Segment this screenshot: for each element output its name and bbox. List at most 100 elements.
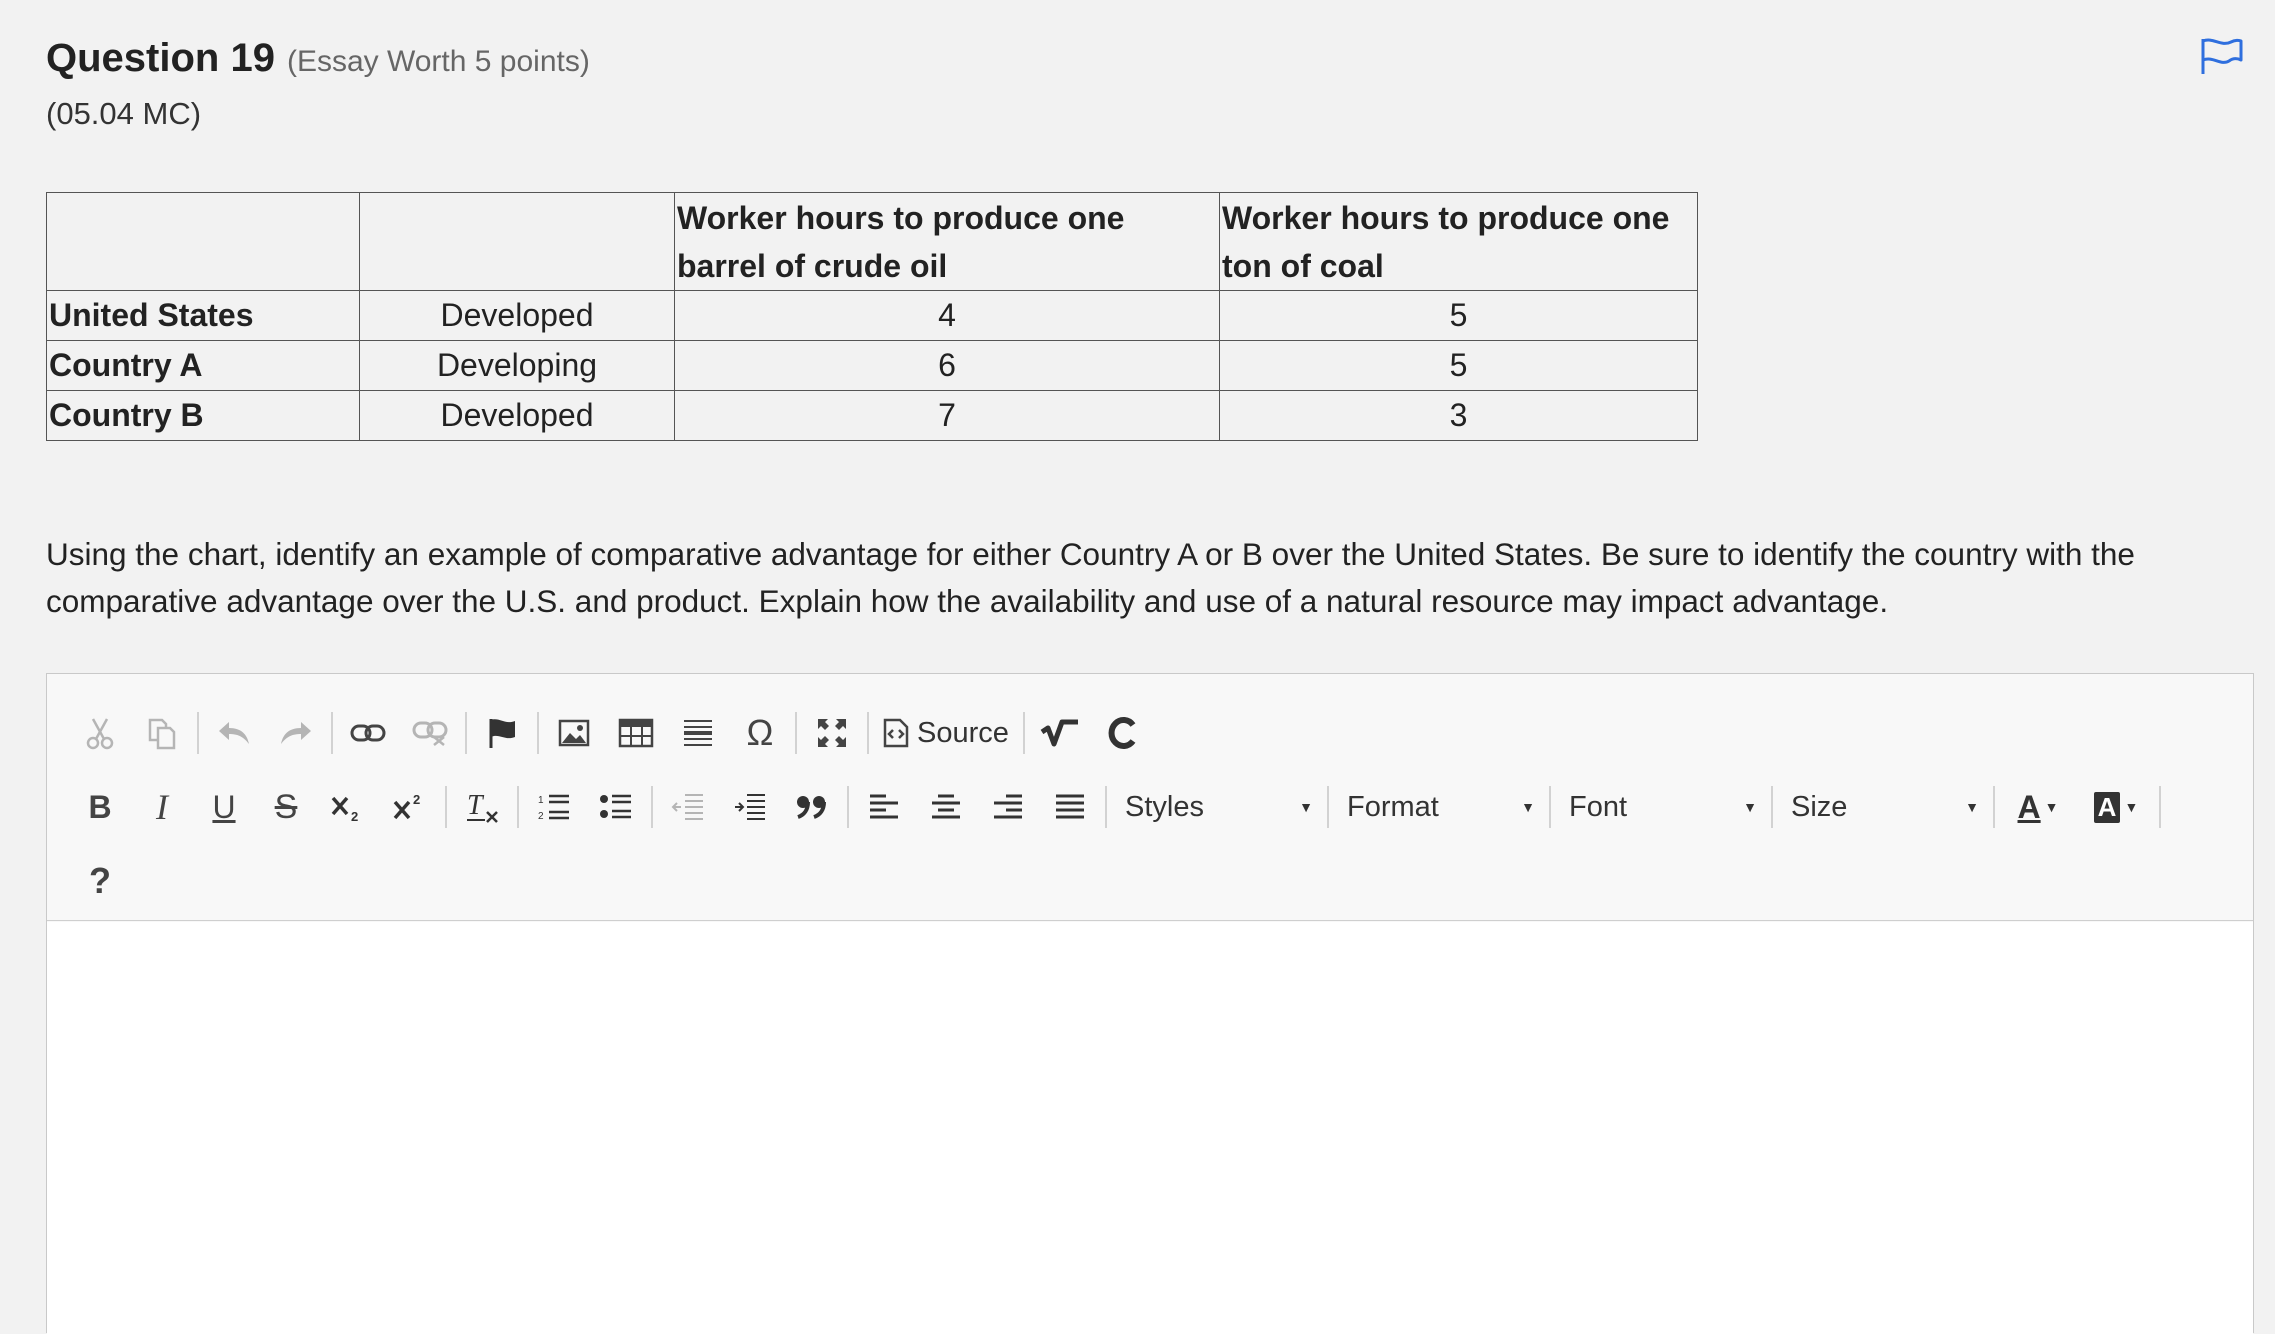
chevron-down-icon: ▼ xyxy=(1743,799,1757,815)
flag-icon xyxy=(2201,38,2243,74)
superscript-icon: 2 xyxy=(393,792,420,820)
table-row: United States Developed 4 5 xyxy=(46,290,1698,341)
image-button[interactable] xyxy=(543,707,605,759)
toolbar-separator xyxy=(445,786,447,828)
increase-indent-button[interactable] xyxy=(719,781,781,833)
table-row: Country A Developing 6 5 xyxy=(46,340,1698,391)
svg-text:1: 1 xyxy=(538,795,544,806)
styles-label: Styles xyxy=(1125,790,1204,823)
align-center-button[interactable] xyxy=(915,781,977,833)
undo-icon xyxy=(219,722,249,744)
math-equation-button[interactable] xyxy=(1029,707,1091,759)
oil-hours-cell: 4 xyxy=(674,290,1220,341)
italic-button[interactable]: I xyxy=(131,781,193,833)
horizontal-line-button[interactable] xyxy=(667,707,729,759)
image-icon xyxy=(558,719,590,747)
country-cell: Country B xyxy=(46,390,360,441)
special-character-button[interactable]: Ω xyxy=(729,707,791,759)
outdent-icon xyxy=(671,794,703,820)
table-header-row: Worker hours to produce one barrel of cr… xyxy=(46,192,1698,291)
underline-button[interactable]: U xyxy=(193,781,255,833)
data-table: Worker hours to produce one barrel of cr… xyxy=(46,192,1698,441)
toolbar-row-1: Ω Source xyxy=(69,696,2253,770)
toolbar-row-3: ? xyxy=(69,844,2253,918)
toolbar-row-2: B I U S 2 2 T 12 Styles ▼ Format ▼ Font … xyxy=(69,770,2253,844)
chevron-down-icon: ▼ xyxy=(2044,799,2059,815)
bulleted-list-button[interactable] xyxy=(585,781,647,833)
square-root-icon xyxy=(1040,719,1078,747)
chemistry-button[interactable] xyxy=(1091,707,1153,759)
question-title: Question 19 xyxy=(46,36,275,80)
size-label: Size xyxy=(1791,790,1848,823)
maximize-button[interactable] xyxy=(801,707,863,759)
cut-button[interactable] xyxy=(69,707,131,759)
help-button[interactable]: ? xyxy=(69,855,131,907)
link-button[interactable] xyxy=(337,707,399,759)
subscript-button[interactable]: 2 xyxy=(317,781,379,833)
superscript-button[interactable]: 2 xyxy=(379,781,441,833)
align-left-button[interactable] xyxy=(853,781,915,833)
oil-hours-cell: 6 xyxy=(674,340,1220,391)
table-button[interactable] xyxy=(605,707,667,759)
toolbar-separator xyxy=(651,786,653,828)
country-cell: Country A xyxy=(46,340,360,391)
toolbar-separator xyxy=(847,786,849,828)
decrease-indent-button[interactable] xyxy=(657,781,719,833)
font-dropdown[interactable]: Font ▼ xyxy=(1555,781,1767,833)
unlink-button[interactable] xyxy=(399,707,461,759)
redo-button[interactable] xyxy=(265,707,327,759)
svg-text:2: 2 xyxy=(538,811,544,822)
table-header-oil: Worker hours to produce one barrel of cr… xyxy=(674,192,1220,291)
oil-hours-cell: 7 xyxy=(674,390,1220,441)
toolbar-separator xyxy=(2159,786,2161,828)
font-label: Font xyxy=(1569,790,1628,823)
align-left-icon xyxy=(870,794,898,819)
chevron-down-icon: ▼ xyxy=(1521,799,1535,815)
coal-hours-cell: 3 xyxy=(1219,390,1698,441)
blockquote-button[interactable] xyxy=(781,781,843,833)
size-dropdown[interactable]: Size ▼ xyxy=(1777,781,1989,833)
remove-format-icon: T xyxy=(467,790,498,823)
bulleted-list-icon xyxy=(600,794,631,819)
source-icon xyxy=(883,718,909,748)
editor-toolbar: Ω Source B I U S 2 2 T 1 2 Styles ▼ Form… xyxy=(47,674,2253,921)
question-header: Question 19 (Essay Worth 5 points) xyxy=(46,36,2229,88)
table-row: Country B Developed 7 3 xyxy=(46,390,1698,441)
source-button[interactable]: Source xyxy=(873,707,1019,759)
strikethrough-button[interactable]: S xyxy=(255,781,317,833)
copy-button[interactable] xyxy=(131,707,193,759)
background-color-button[interactable]: A ▼ xyxy=(2077,781,2155,833)
editor-content-area[interactable] xyxy=(47,922,2253,1334)
source-label: Source xyxy=(917,716,1009,749)
bold-button[interactable]: B xyxy=(69,781,131,833)
question-code: (05.04 MC) xyxy=(46,96,202,131)
coal-hours-cell: 5 xyxy=(1219,290,1698,341)
country-cell: United States xyxy=(46,290,360,341)
table-header-cell xyxy=(46,192,360,291)
flag-icon xyxy=(489,719,515,748)
text-color-icon: A xyxy=(2017,788,2041,825)
toolbar-separator xyxy=(537,712,539,754)
format-dropdown[interactable]: Format ▼ xyxy=(1333,781,1545,833)
flag-question-button[interactable] xyxy=(2199,36,2249,82)
copy-icon xyxy=(148,718,176,750)
toolbar-separator xyxy=(1549,786,1551,828)
chemistry-c-icon xyxy=(1108,717,1136,749)
background-color-icon: A xyxy=(2093,791,2121,823)
remove-format-button[interactable]: T xyxy=(451,781,513,833)
toolbar-separator xyxy=(795,712,797,754)
styles-dropdown[interactable]: Styles ▼ xyxy=(1111,781,1323,833)
text-color-button[interactable]: A ▼ xyxy=(1999,781,2077,833)
align-right-button[interactable] xyxy=(977,781,1039,833)
anchor-button[interactable] xyxy=(471,707,533,759)
status-cell: Developing xyxy=(359,340,675,391)
question-points: (Essay Worth 5 points) xyxy=(286,45,590,78)
svg-text:2: 2 xyxy=(413,792,420,807)
undo-button[interactable] xyxy=(203,707,265,759)
horizontal-line-icon xyxy=(684,720,712,746)
align-justify-icon xyxy=(1056,794,1084,819)
numbered-list-button[interactable]: 12 xyxy=(523,781,585,833)
quote-icon xyxy=(797,796,826,819)
table-header-cell xyxy=(359,192,675,291)
align-justify-button[interactable] xyxy=(1039,781,1101,833)
